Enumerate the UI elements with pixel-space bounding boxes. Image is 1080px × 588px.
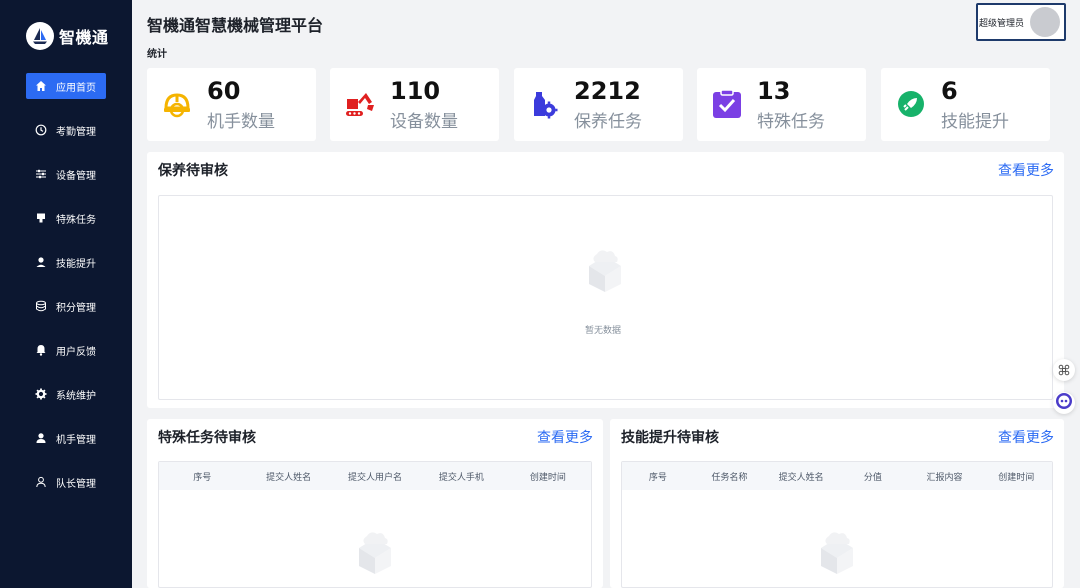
sidebar-item-home[interactable]: 应用首页 bbox=[26, 73, 106, 99]
home-icon bbox=[35, 80, 47, 92]
sidebar: 智機通 应用首页 考勤管理 设备管理 特殊任务 技能提升 积分管理 用户反馈 系… bbox=[0, 0, 132, 588]
excavator-icon bbox=[344, 88, 376, 120]
stat-label: 技能提升 bbox=[941, 112, 1009, 132]
avatar[interactable] bbox=[1030, 7, 1061, 37]
app-logo[interactable]: 智機通 bbox=[26, 22, 109, 50]
empty-box-icon bbox=[815, 528, 859, 578]
assistant-float-button[interactable] bbox=[1053, 392, 1075, 414]
stat-card-special-tasks[interactable]: 13 特殊任务 bbox=[697, 68, 866, 141]
section-label: 统计 bbox=[147, 49, 167, 60]
stat-card-maintenance[interactable]: 2212 保养任务 bbox=[514, 68, 683, 141]
column-header[interactable]: 创建时间 bbox=[980, 470, 1052, 483]
user-menu[interactable]: 超级管理员 bbox=[976, 3, 1066, 41]
sidebar-item-equipment[interactable]: 设备管理 bbox=[26, 161, 106, 187]
user-icon bbox=[35, 432, 47, 444]
assistant-bot-icon bbox=[1055, 392, 1073, 414]
sidebar-item-label: 用户反馈 bbox=[56, 346, 96, 358]
view-more-link[interactable]: 查看更多 bbox=[998, 160, 1054, 180]
sidebar-item-label: 机手管理 bbox=[56, 434, 96, 446]
stat-value: 110 bbox=[390, 77, 441, 105]
sidebar-item-skill-upgrade[interactable]: 技能提升 bbox=[26, 249, 106, 275]
table-header: 序号 提交人姓名 提交人用户名 提交人手机 创建时间 bbox=[159, 462, 591, 490]
sidebar-item-label: 技能提升 bbox=[56, 258, 96, 270]
stat-label: 保养任务 bbox=[574, 112, 642, 132]
sidebar-item-label: 积分管理 bbox=[56, 302, 96, 314]
panel-title: 特殊任务待审核 bbox=[158, 430, 256, 446]
skill-upgrade-table: 序号 任务名称 提交人姓名 分值 汇报内容 创建时间 bbox=[621, 461, 1053, 588]
panel-title: 保养待审核 bbox=[158, 163, 228, 179]
database-icon bbox=[35, 300, 47, 312]
person-icon bbox=[35, 256, 47, 268]
gear-icon bbox=[35, 388, 47, 400]
column-header[interactable]: 提交人手机 bbox=[418, 470, 504, 483]
clock-icon bbox=[35, 124, 47, 136]
stat-label: 机手数量 bbox=[207, 112, 275, 132]
clipboard-check-icon bbox=[711, 88, 743, 120]
flag-icon bbox=[35, 212, 47, 224]
rocket-icon bbox=[895, 88, 927, 120]
stat-value: 13 bbox=[757, 77, 791, 105]
sidebar-item-label: 应用首页 bbox=[56, 82, 96, 94]
stat-label: 设备数量 bbox=[390, 112, 458, 132]
page-title: 智機通智慧機械管理平台 bbox=[147, 16, 324, 35]
sliders-icon bbox=[35, 168, 47, 180]
column-header[interactable]: 任务名称 bbox=[694, 470, 766, 483]
command-float-button[interactable] bbox=[1053, 359, 1075, 381]
view-more-link[interactable]: 查看更多 bbox=[537, 427, 593, 447]
empty-text: 暂无数据 bbox=[585, 326, 622, 336]
user-outline-icon bbox=[35, 476, 47, 488]
sidebar-item-label: 考勤管理 bbox=[56, 126, 96, 138]
sidebar-item-label: 设备管理 bbox=[56, 170, 96, 182]
special-task-review-panel: 特殊任务待审核 查看更多 序号 提交人姓名 提交人用户名 提交人手机 创建时间 bbox=[147, 419, 603, 588]
column-header[interactable]: 创建时间 bbox=[505, 470, 591, 483]
column-header[interactable]: 序号 bbox=[622, 470, 694, 483]
column-header[interactable]: 序号 bbox=[159, 470, 245, 483]
user-name: 超级管理员 bbox=[979, 18, 1025, 29]
sidebar-item-points[interactable]: 积分管理 bbox=[26, 293, 106, 319]
view-more-link[interactable]: 查看更多 bbox=[998, 427, 1054, 447]
stat-value: 60 bbox=[207, 77, 241, 105]
logo-text: 智機通 bbox=[59, 28, 109, 47]
column-header[interactable]: 汇报内容 bbox=[909, 470, 981, 483]
sidebar-item-label: 系统维护 bbox=[56, 390, 96, 402]
panel-title: 技能提升待审核 bbox=[621, 430, 719, 446]
stat-value: 2212 bbox=[574, 77, 641, 105]
helmet-icon bbox=[161, 88, 193, 120]
sidebar-item-label: 特殊任务 bbox=[56, 214, 96, 226]
stat-card-operators[interactable]: 60 机手数量 bbox=[147, 68, 316, 141]
command-icon bbox=[1058, 361, 1070, 380]
sidebar-item-special-tasks[interactable]: 特殊任务 bbox=[26, 205, 106, 231]
table-header: 序号 任务名称 提交人姓名 分值 汇报内容 创建时间 bbox=[622, 462, 1052, 490]
sidebar-item-feedback[interactable]: 用户反馈 bbox=[26, 337, 106, 363]
stat-label: 特殊任务 bbox=[757, 112, 825, 132]
stat-value: 6 bbox=[941, 77, 958, 105]
bell-icon bbox=[35, 344, 47, 356]
sailboat-logo-icon bbox=[26, 22, 54, 50]
empty-state: 暂无数据 bbox=[158, 195, 1053, 400]
maintenance-icon bbox=[528, 88, 560, 120]
empty-box-icon bbox=[583, 246, 627, 296]
skill-upgrade-review-panel: 技能提升待审核 查看更多 序号 任务名称 提交人姓名 分值 汇报内容 创建时间 bbox=[610, 419, 1064, 588]
sidebar-item-system[interactable]: 系统维护 bbox=[26, 381, 106, 407]
maintenance-review-panel: 保养待审核 查看更多 暂无数据 bbox=[147, 152, 1064, 408]
column-header[interactable]: 提交人姓名 bbox=[765, 470, 837, 483]
column-header[interactable]: 分值 bbox=[837, 470, 909, 483]
special-task-table: 序号 提交人姓名 提交人用户名 提交人手机 创建时间 bbox=[158, 461, 592, 588]
sidebar-item-attendance[interactable]: 考勤管理 bbox=[26, 117, 106, 143]
empty-box-icon bbox=[353, 528, 397, 578]
column-header[interactable]: 提交人用户名 bbox=[332, 470, 418, 483]
sidebar-item-label: 队长管理 bbox=[56, 478, 96, 490]
stat-card-equipment[interactable]: 110 设备数量 bbox=[330, 68, 499, 141]
sidebar-item-operators[interactable]: 机手管理 bbox=[26, 425, 106, 451]
column-header[interactable]: 提交人姓名 bbox=[245, 470, 331, 483]
stat-card-skill-upgrade[interactable]: 6 技能提升 bbox=[881, 68, 1050, 141]
sidebar-item-captains[interactable]: 队长管理 bbox=[26, 469, 106, 495]
